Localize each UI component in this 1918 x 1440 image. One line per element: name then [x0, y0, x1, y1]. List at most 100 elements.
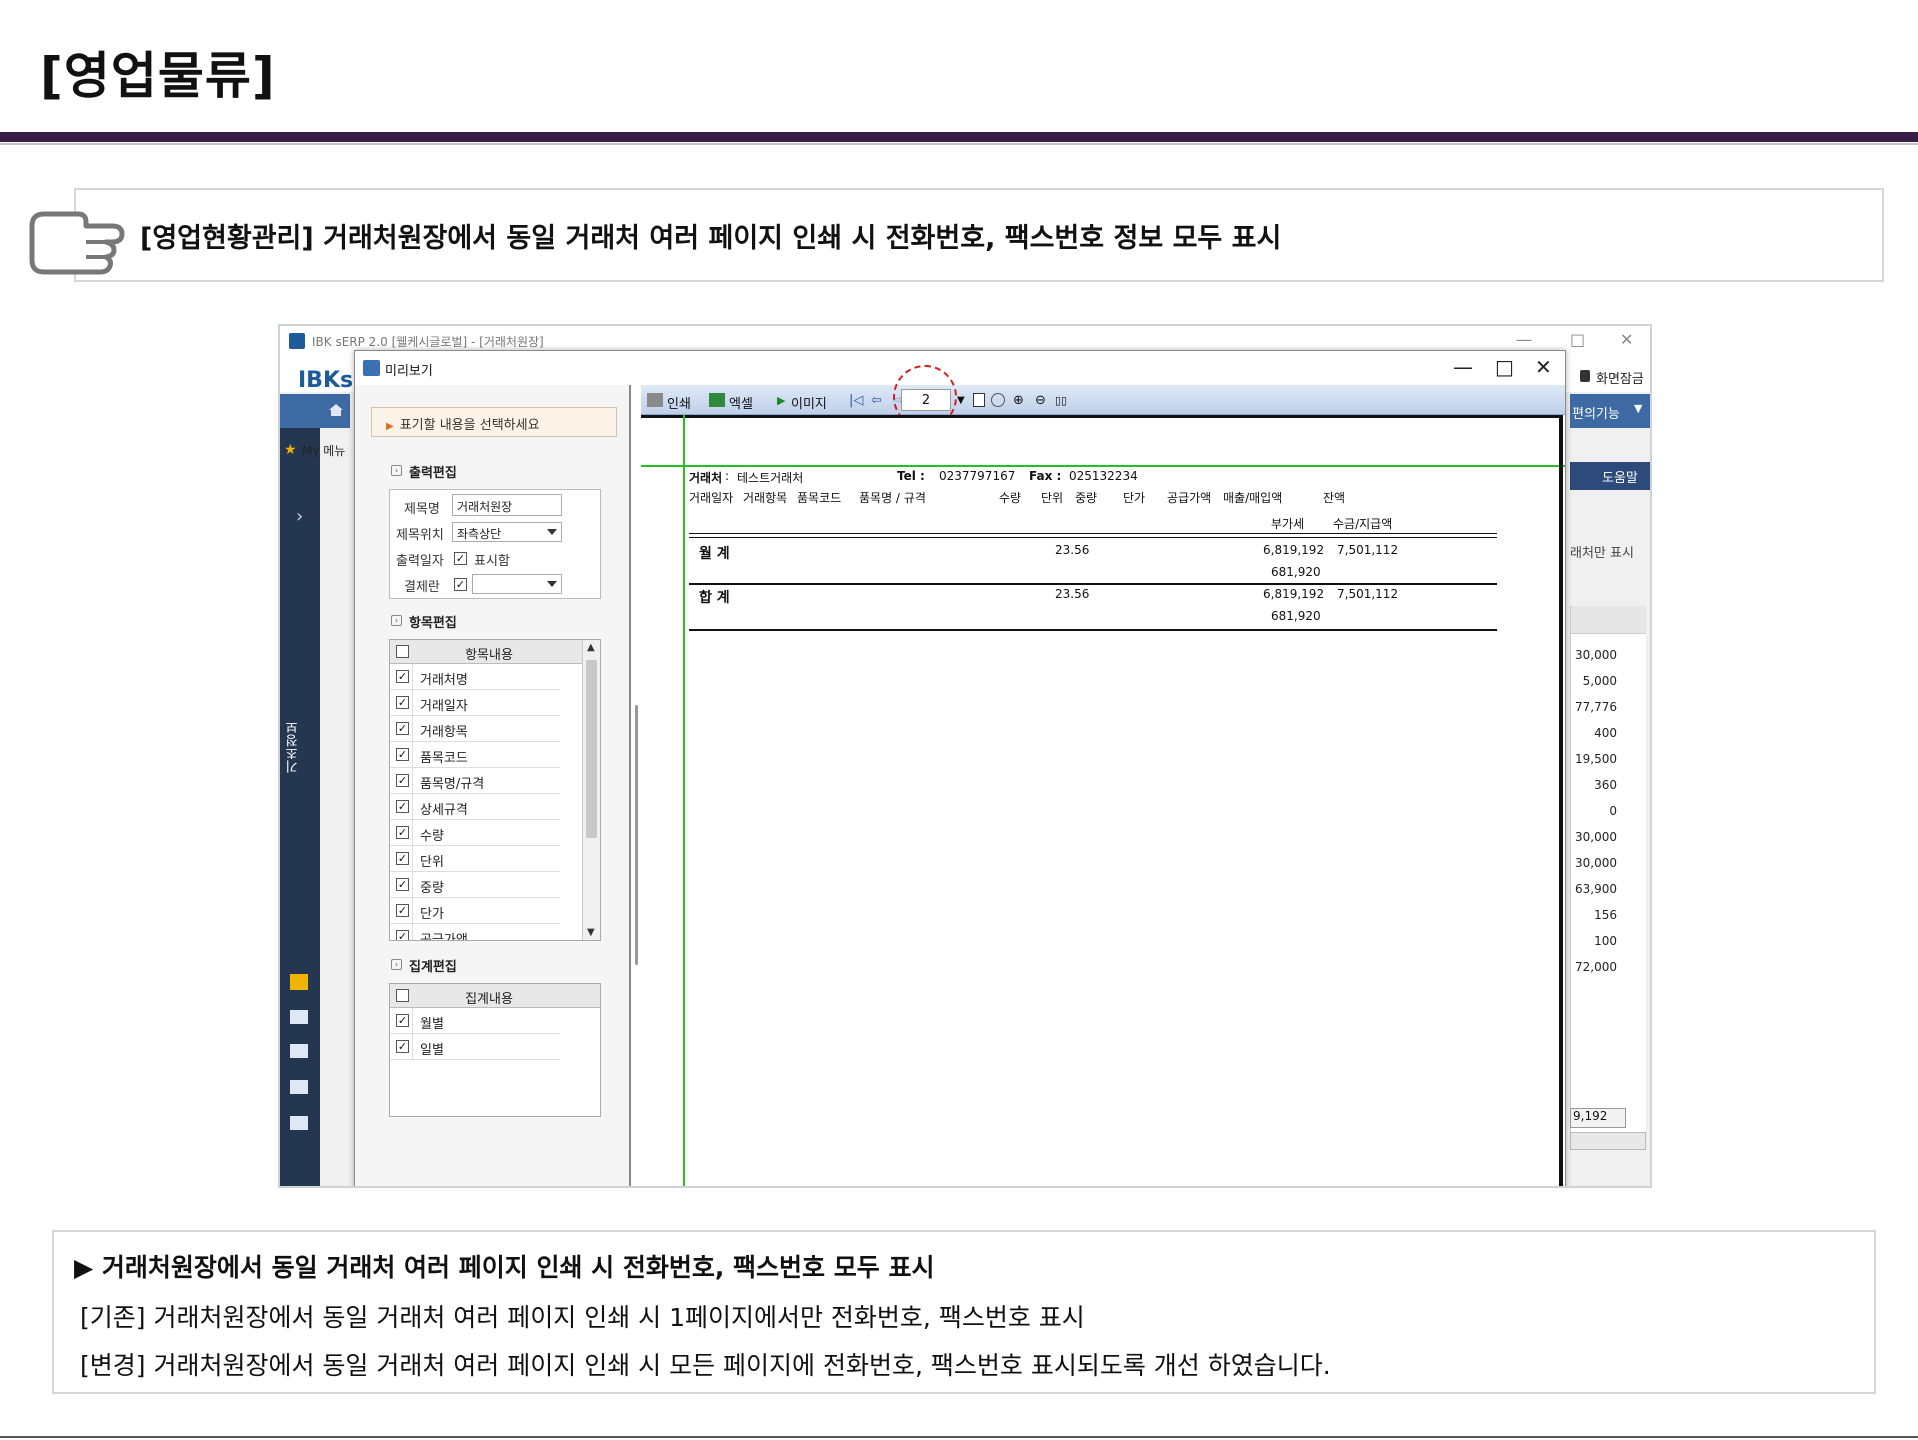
section-toggle-icon[interactable]: ›	[391, 959, 402, 970]
dialog-maximize-icon[interactable]: □	[1495, 355, 1514, 379]
summary-checkbox[interactable]: ✓	[396, 1014, 409, 1027]
item-checkbox[interactable]: ✓	[396, 878, 409, 891]
position-value: 좌측상단	[457, 527, 502, 541]
item-checkbox[interactable]: ✓	[396, 774, 409, 787]
summary-list-row[interactable]: ✓ 월별	[390, 1008, 560, 1034]
title-label: 제목명	[404, 502, 440, 517]
screen-lock-button[interactable]: 화면잠금	[1596, 368, 1644, 387]
card-icon[interactable]	[290, 1010, 308, 1024]
chevron-down-icon[interactable]: ▼	[1634, 402, 1642, 415]
summary-list-row[interactable]: ✓ 일별	[390, 1034, 560, 1060]
title-input[interactable]: 거래처원장	[452, 494, 562, 516]
erp-close-icon[interactable]: ✕	[1620, 330, 1633, 349]
form-icon[interactable]	[290, 1116, 308, 1130]
scroll-up-icon[interactable]: ▲	[587, 642, 595, 653]
item-list-row[interactable]: ✓ 공급가액	[390, 924, 560, 940]
summary-select-all-checkbox[interactable]	[396, 989, 409, 1002]
dialog-title: 미리보기	[385, 364, 433, 379]
item-list-scrollbar[interactable]: ▲ ▼	[582, 640, 600, 940]
page-top-border	[641, 415, 1561, 418]
page-spin-icon[interactable]: ▼	[957, 395, 965, 406]
panel-splitter[interactable]	[631, 385, 641, 1186]
excel-button[interactable]: 엑셀	[729, 393, 753, 412]
grid-sum-cell: 9,192	[1570, 1108, 1626, 1128]
item-list-row[interactable]: ✓ 거래처명	[390, 664, 560, 690]
help-tab[interactable]: 도움말	[1602, 467, 1638, 486]
summary-title: ▶ 거래처원장에서 동일 거래처 여러 페이지 인쇄 시 전화번호, 팩스번호 …	[74, 1253, 935, 1282]
item-list-row[interactable]: ✓ 수량	[390, 820, 560, 846]
approval-checkbox[interactable]: ✓	[454, 578, 467, 591]
item-checkbox[interactable]: ✓	[396, 852, 409, 865]
print-button[interactable]: 인쇄	[667, 393, 691, 412]
dialog-close-icon[interactable]: ✕	[1535, 355, 1552, 379]
item-label: 품목코드	[420, 751, 468, 766]
erp-minimize-icon[interactable]: —	[1516, 330, 1532, 349]
date-checkbox[interactable]: ✓	[454, 552, 467, 565]
printer-icon[interactable]	[647, 393, 663, 407]
item-select-all-checkbox[interactable]	[396, 645, 409, 658]
item-list-row[interactable]: ✓ 품목코드	[390, 742, 560, 768]
horizontal-scrollbar[interactable]	[1570, 1132, 1646, 1150]
my-menu-label[interactable]: My 메뉴	[302, 442, 345, 459]
item-checkbox[interactable]: ✓	[396, 748, 409, 761]
star-icon: ★	[284, 442, 297, 458]
item-list-row[interactable]: ✓ 상세규격	[390, 794, 560, 820]
dialog-minimize-icon[interactable]: —	[1453, 355, 1473, 379]
item-list-row[interactable]: ✓ 단위	[390, 846, 560, 872]
erp-maximize-icon[interactable]: □	[1570, 330, 1585, 349]
row-divider	[412, 898, 413, 924]
item-list-row[interactable]: ✓ 거래일자	[390, 690, 560, 716]
approval-select[interactable]	[472, 574, 562, 594]
summary-checkbox[interactable]: ✓	[396, 1040, 409, 1053]
splitter-handle[interactable]	[635, 705, 638, 965]
zoom-in-icon[interactable]: ⊕	[1013, 393, 1024, 408]
item-list-row[interactable]: ✓ 품목명/규격	[390, 768, 560, 794]
item-checkbox[interactable]: ✓	[396, 670, 409, 683]
image-button[interactable]: 이미지	[791, 393, 827, 412]
header-rule-2	[689, 537, 1497, 538]
date-check-label: 표시함	[474, 554, 510, 569]
two-page-icon[interactable]: ▯▯	[1055, 394, 1067, 407]
save-icon[interactable]	[290, 1080, 308, 1094]
summary-section-title: 집계편집	[409, 960, 457, 975]
item-label: 중량	[420, 881, 444, 896]
item-checkbox[interactable]: ✓	[396, 826, 409, 839]
row-divider	[412, 820, 413, 846]
grid-cell-value: 77,776	[1575, 700, 1617, 714]
convenience-menu[interactable]: 편의기능	[1572, 403, 1620, 422]
month-rule	[689, 583, 1497, 585]
page-icon[interactable]	[973, 393, 985, 407]
client-colon: :	[725, 469, 730, 483]
item-list-row[interactable]: ✓ 단가	[390, 898, 560, 924]
item-checkbox[interactable]: ✓	[396, 696, 409, 709]
report-column-header: 단위	[1041, 491, 1064, 505]
report-column-header: 단가	[1123, 491, 1146, 505]
grid-cell-value: 30,000	[1575, 856, 1617, 870]
first-page-icon[interactable]: |◁	[849, 393, 863, 408]
excel-icon[interactable]	[709, 393, 725, 407]
section-toggle-icon[interactable]: ›	[391, 615, 402, 626]
item-label: 수량	[420, 829, 444, 844]
item-label: 거래항목	[420, 725, 468, 740]
home-icon[interactable]	[328, 402, 344, 418]
prev-page-icon[interactable]: ⇦	[871, 393, 882, 408]
position-select[interactable]: 좌측상단	[452, 522, 562, 542]
item-list-row[interactable]: ✓ 중량	[390, 872, 560, 898]
scroll-thumb[interactable]	[586, 660, 597, 838]
nav-expand-icon[interactable]: ›	[296, 506, 303, 527]
item-checkbox[interactable]: ✓	[396, 930, 409, 940]
zoom-fit-icon[interactable]	[991, 393, 1005, 407]
grid-cell-value: 19,500	[1575, 752, 1617, 766]
item-checkbox[interactable]: ✓	[396, 904, 409, 917]
grand-total-label: 합 계	[699, 590, 730, 606]
row-divider	[412, 794, 413, 820]
chart-icon[interactable]	[290, 974, 308, 990]
section-toggle-icon[interactable]: ›	[391, 465, 402, 476]
zoom-out-icon[interactable]: ⊖	[1035, 393, 1046, 408]
item-list-row[interactable]: ✓ 거래항목	[390, 716, 560, 742]
calc-icon[interactable]	[290, 1044, 308, 1058]
scroll-down-icon[interactable]: ▼	[587, 927, 595, 938]
item-checkbox[interactable]: ✓	[396, 722, 409, 735]
item-checkbox[interactable]: ✓	[396, 800, 409, 813]
fax-value: 025132234	[1069, 469, 1138, 483]
